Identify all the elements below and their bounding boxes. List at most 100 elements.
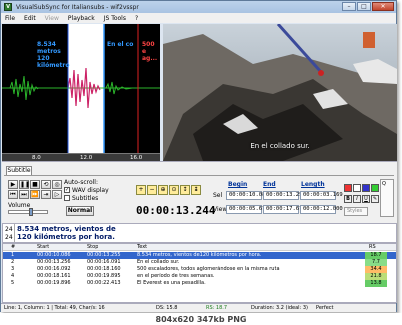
row-text: 8.534 metros, vientos de120 kilómetros p… xyxy=(137,252,262,258)
table-header: # Start Stop Text RS xyxy=(3,244,396,251)
zoom-vertical-in-icon[interactable]: ↕ xyxy=(180,185,190,195)
row-number: 2 xyxy=(11,259,15,265)
white-color-icon[interactable] xyxy=(353,184,361,192)
minimize-button[interactable]: – xyxy=(342,2,356,11)
zoom-in-icon[interactable]: + xyxy=(136,185,146,195)
row-start: 00:00:19.896 xyxy=(37,280,71,286)
styles-select[interactable]: Styles xyxy=(344,207,368,216)
sel-end-field[interactable]: 00:00:13.255 xyxy=(263,191,306,200)
control-panel: Subtitle ▶ ❚❚ ■ ⟲ ◎ ⏮ ⏭ ⏩ ⇥ ▷ Volume Aut… xyxy=(2,161,397,223)
row-stop: 00:00:13.255 xyxy=(87,252,121,258)
bold-icon[interactable]: B xyxy=(344,195,352,203)
menu-file[interactable]: File xyxy=(5,15,15,22)
sel-length-field[interactable]: 00:00:03.169 xyxy=(300,191,343,200)
zoom-all-icon[interactable]: ⊙ xyxy=(169,185,179,195)
view-begin-field[interactable]: 00:00:05.670 xyxy=(226,205,269,214)
table-row[interactable]: 4 00:00:18.161 00:00:19.895 en el período d… xyxy=(3,273,396,280)
close-button[interactable]: ✕ xyxy=(372,2,394,11)
row-start: 00:00:16.092 xyxy=(37,266,71,272)
window-title: VisualSubSync for Italiansubs - wif2vssp… xyxy=(16,3,139,11)
view-length-field[interactable]: 00:00:12.000 xyxy=(300,205,343,214)
editor-line-1: 8.534 metros, vientos de xyxy=(17,225,116,233)
autoscroll-label: Auto-scroll: xyxy=(64,179,98,186)
color-picker-icon[interactable]: ✎ xyxy=(371,195,379,203)
view-end-field[interactable]: 00:00:17.670 xyxy=(263,205,306,214)
app-window: V VisualSubSync for Italiansubs - wif2vs… xyxy=(0,0,397,312)
menu-view[interactable]: View xyxy=(45,15,59,22)
table-row[interactable]: 3 00:00:16.092 00:00:18.160 500 escaladores… xyxy=(3,266,396,273)
blue-color-icon[interactable] xyxy=(362,184,370,192)
row-rs-badge: 34.4 xyxy=(365,266,387,273)
zoom-vertical-out-icon[interactable]: ↨ xyxy=(191,185,201,195)
row-start: 00:00:10.086 xyxy=(37,252,71,258)
zoom-out-icon[interactable]: − xyxy=(147,185,157,195)
subtitle-editor[interactable]: 24 24 8.534 metros, vientos de 120 kilóm… xyxy=(2,223,397,243)
status-quality: Perfect xyxy=(316,305,334,311)
row-rs-badge: 13.8 xyxy=(365,280,387,287)
row-rs-badge: 21.8 xyxy=(365,273,387,280)
play-icon[interactable]: ▶ xyxy=(8,180,18,189)
row-number: 5 xyxy=(11,280,15,286)
waveform-subtitle-3: 500 e ag... xyxy=(142,41,158,62)
subtitles-checkbox[interactable] xyxy=(64,195,70,201)
row-rs-badge: 18.7 xyxy=(365,252,387,259)
underline-icon[interactable]: U xyxy=(362,195,370,203)
row-text: En el collado sur. xyxy=(137,259,180,265)
menu-playback[interactable]: Playback xyxy=(68,15,95,22)
skip-forward-icon[interactable]: ⏭ xyxy=(19,190,29,199)
status-duration: Duration: 3.2 (ideal: 3) xyxy=(251,305,308,311)
volume-slider[interactable] xyxy=(8,208,48,216)
video-subtitle: En el collado sur. xyxy=(250,142,310,150)
row-rs-badge: 7.7 xyxy=(365,259,387,266)
loop-icon[interactable]: ⟲ xyxy=(41,180,51,189)
editor-line-2: 120 kilómetros por hora. xyxy=(17,233,115,241)
table-row[interactable]: 1 00:00:10.086 00:00:13.255 8.534 metros, v… xyxy=(3,252,396,259)
subtitles-label: Subtitles xyxy=(72,195,99,202)
waveform-graph xyxy=(2,24,160,153)
row-stop: 00:00:16.091 xyxy=(87,259,121,265)
row-start: 00:00:13.256 xyxy=(37,259,71,265)
status-bar: Line: 1, Column: 1 | Total: 49, Char/s: … xyxy=(1,303,396,312)
status-rs: RS: 18.7 xyxy=(206,305,228,311)
red-color-icon[interactable] xyxy=(344,184,352,192)
side-panel: Q xyxy=(380,179,394,217)
loop-selection-icon[interactable]: ◎ xyxy=(52,180,62,189)
length-header: Length xyxy=(301,181,325,188)
app-icon: V xyxy=(4,3,12,11)
wav-display-checkbox[interactable]: ✓ xyxy=(64,187,70,193)
waveform-subtitle-1: 8.534 metros 120 kilómetro xyxy=(37,41,70,69)
normal-button[interactable]: Normal xyxy=(66,206,94,216)
tab-subtitle[interactable]: Subtitle xyxy=(6,166,32,175)
step-icon[interactable]: ⇥ xyxy=(41,190,51,199)
italic-icon[interactable]: I xyxy=(353,195,361,203)
row-text: 500 escaladores, todos aglomerándose en … xyxy=(137,266,280,272)
stop-icon[interactable]: ■ xyxy=(30,180,40,189)
row-number: 1 xyxy=(11,252,15,258)
table-row[interactable]: 2 00:00:13.256 00:00:16.091 En el collado s… xyxy=(3,259,396,266)
menu-js-tools[interactable]: JS Tools xyxy=(104,15,126,22)
green-color-icon[interactable] xyxy=(371,184,379,192)
sel-begin-field[interactable]: 00:00:10.086 xyxy=(226,191,269,200)
col-text: Text xyxy=(137,244,148,250)
row-text: El Everest es una pesadilla. xyxy=(137,280,206,286)
end-header: End xyxy=(263,181,276,188)
line2-char-count: 24 xyxy=(5,234,13,241)
waveform-panel[interactable]: 8.534 metros 120 kilómetro En el co 500 … xyxy=(2,24,160,161)
table-row[interactable]: 5 00:00:19.896 00:00:22.413 El Everest es u… xyxy=(3,280,396,287)
image-caption: 804x620 347kb PNG xyxy=(0,313,402,325)
title-bar: V VisualSubSync for Italiansubs - wif2vs… xyxy=(1,1,396,13)
maximize-button[interactable]: □ xyxy=(357,2,371,11)
side-panel-icon: Q xyxy=(382,181,386,187)
zoom-selection-icon[interactable]: ⊕ xyxy=(158,185,168,195)
play-to-end-icon[interactable]: ⏩ xyxy=(30,190,40,199)
row-number: 4 xyxy=(11,273,15,279)
video-panel[interactable]: En el collado sur. xyxy=(163,24,397,161)
col-stop: Stop xyxy=(87,244,99,250)
row-number: 3 xyxy=(11,266,15,272)
line1-char-count: 24 xyxy=(5,226,13,233)
pause-icon[interactable]: ❚❚ xyxy=(19,180,30,189)
play-one-icon[interactable]: ▷ xyxy=(52,190,62,199)
menu-help[interactable]: ? xyxy=(135,15,138,22)
skip-back-icon[interactable]: ⏮ xyxy=(8,190,18,199)
menu-edit[interactable]: Edit xyxy=(24,15,36,22)
